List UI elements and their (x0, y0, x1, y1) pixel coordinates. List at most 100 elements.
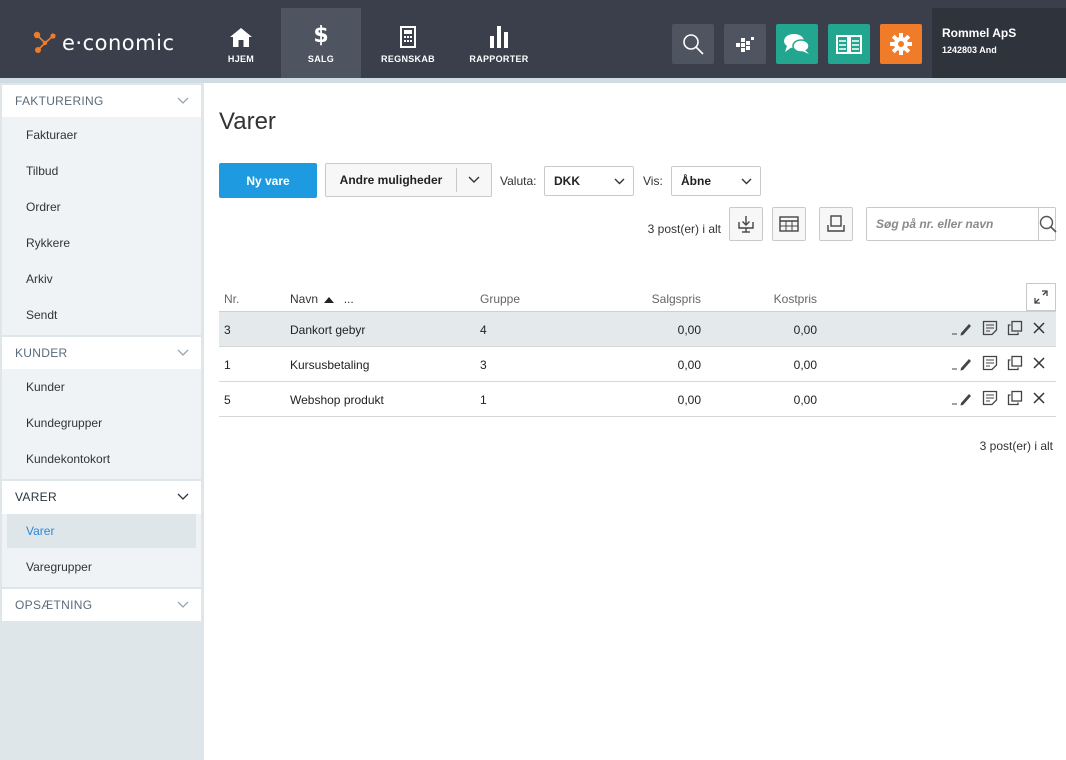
edit-icon[interactable] (951, 355, 973, 371)
company-switcher[interactable]: Rommel ApS 1242803 And (932, 8, 1066, 78)
table-row[interactable]: 1 Kursusbetaling 3 0,00 0,00 (219, 347, 1056, 382)
cell-gruppe: 4 (480, 323, 487, 337)
sidebar-header-label: OPSÆTNING (15, 598, 93, 612)
search-submit-button[interactable] (1038, 208, 1057, 240)
column-header-nr[interactable]: Nr. (224, 292, 239, 306)
apps-tool-button[interactable] (724, 24, 766, 64)
logo-text: e·conomic (62, 31, 175, 55)
sidebar-section-fakturering: FAKTURERING Fakturaer Tilbud Ordrer Rykk… (2, 85, 201, 335)
sidebar-item-fakturaer[interactable]: Fakturaer (2, 117, 201, 153)
sidebar-item-rykkere[interactable]: Rykkere (2, 225, 201, 261)
chat-tool-button[interactable] (776, 24, 818, 64)
chevron-down-icon[interactable] (457, 176, 491, 184)
new-item-button[interactable]: Ny vare (219, 163, 317, 198)
download-icon (738, 216, 754, 233)
column-header-kostpris[interactable]: Kostpris (737, 292, 817, 306)
sidebar-item-arkiv[interactable]: Arkiv (2, 261, 201, 297)
sidebar-header-fakturering[interactable]: FAKTURERING (2, 85, 201, 117)
show-value: Åbne (681, 174, 711, 188)
delete-icon[interactable] (1032, 321, 1046, 335)
delete-icon[interactable] (1032, 391, 1046, 405)
sidebar-section-varer: VARER Varer Varegrupper (2, 481, 201, 587)
nav-label: REGNSKAB (381, 54, 435, 64)
record-count-bottom: 3 post(er) i alt (979, 439, 1053, 453)
cell-nr: 1 (224, 358, 231, 372)
sidebar-item-kunder[interactable]: Kunder (2, 369, 201, 405)
cell-navn: Webshop produkt (290, 393, 384, 407)
delete-icon[interactable] (1032, 356, 1046, 370)
expand-table-button[interactable] (1026, 283, 1056, 311)
more-options-button[interactable]: Andre muligheder (325, 163, 492, 197)
settings-button[interactable] (880, 24, 922, 64)
page-title: Varer (219, 108, 276, 135)
cell-salgspris: 0,00 (677, 358, 701, 372)
sidebar-header-kunder[interactable]: KUNDER (2, 337, 201, 369)
edit-icon[interactable] (951, 390, 973, 406)
search-input[interactable] (867, 208, 1038, 240)
chevron-down-icon (177, 601, 189, 608)
copy-icon[interactable] (1007, 355, 1023, 371)
sidebar-header-label: KUNDER (15, 346, 68, 360)
note-icon[interactable] (982, 320, 998, 336)
copy-icon[interactable] (1007, 390, 1023, 406)
column-header-navn-more: ... (343, 292, 354, 306)
sidebar-item-ordrer[interactable]: Ordrer (2, 189, 201, 225)
cell-nr: 5 (224, 393, 231, 407)
search-tool-button[interactable] (672, 24, 714, 64)
nav-label: HJEM (227, 54, 255, 64)
sidebar-header-opsaetning[interactable]: OPSÆTNING (2, 589, 201, 621)
cell-navn: Kursusbetaling (290, 358, 370, 372)
table-row[interactable]: 5 Webshop produkt 1 0,00 0,00 (219, 382, 1056, 417)
nav-regnskab[interactable]: REGNSKAB (365, 8, 451, 78)
sidebar-section-opsaetning: OPSÆTNING (2, 589, 201, 621)
cell-navn: Dankort gebyr (290, 323, 366, 337)
chevron-down-icon (614, 178, 625, 184)
logo-icon (33, 31, 56, 53)
column-header-navn[interactable]: Navn ... (290, 292, 354, 306)
company-name: Rommel ApS (942, 26, 1017, 40)
note-icon[interactable] (982, 355, 998, 371)
items-table: Nr. Navn ... Gruppe Salgspris Kostpris 3… (219, 280, 1056, 417)
search-icon (1039, 215, 1057, 233)
sidebar-section-kunder: KUNDER Kunder Kundegrupper Kundekontokor… (2, 337, 201, 479)
more-options-label: Andre muligheder (339, 173, 443, 187)
table-row[interactable]: 3 Dankort gebyr 4 0,00 0,00 (219, 312, 1056, 347)
copy-icon[interactable] (1007, 320, 1023, 336)
chevron-down-icon (177, 349, 189, 356)
note-icon[interactable] (982, 390, 998, 406)
calculator-icon (400, 22, 416, 48)
search-box (866, 207, 1057, 241)
sidebar: FAKTURERING Fakturaer Tilbud Ordrer Rykk… (0, 83, 204, 760)
column-header-navn-label: Navn (290, 292, 319, 306)
currency-select[interactable]: DKK (544, 166, 634, 196)
nav-salg[interactable]: $ SALG (281, 8, 361, 78)
print-button[interactable] (819, 207, 853, 241)
sidebar-item-sendt[interactable]: Sendt (2, 297, 201, 333)
sidebar-item-varer[interactable]: Varer (7, 514, 196, 548)
row-actions (942, 390, 1046, 406)
chevron-down-icon (741, 178, 752, 184)
chat-icon (784, 34, 810, 54)
show-select[interactable]: Åbne (671, 166, 761, 196)
columns-button[interactable] (772, 207, 806, 241)
chevron-down-icon (177, 97, 189, 104)
record-count-top: 3 post(er) i alt (647, 222, 721, 236)
help-book-button[interactable] (828, 24, 870, 64)
sidebar-header-varer[interactable]: VARER (2, 481, 201, 513)
sidebar-item-varegrupper[interactable]: Varegrupper (2, 549, 201, 585)
sidebar-item-tilbud[interactable]: Tilbud (2, 153, 201, 189)
column-header-gruppe[interactable]: Gruppe (480, 292, 520, 306)
cell-salgspris: 0,00 (677, 323, 701, 337)
bar-chart-icon (488, 22, 510, 48)
nav-hjem[interactable]: HJEM (205, 8, 277, 78)
home-icon (229, 22, 253, 48)
column-header-salgspris[interactable]: Salgspris (621, 292, 701, 306)
nav-rapporter[interactable]: RAPPORTER (455, 8, 543, 78)
print-icon (827, 215, 845, 232)
sidebar-item-kundekontokort[interactable]: Kundekontokort (2, 441, 201, 477)
logo[interactable]: e·conomic (32, 26, 174, 60)
cell-gruppe: 3 (480, 358, 487, 372)
edit-icon[interactable] (951, 320, 973, 336)
sidebar-item-kundegrupper[interactable]: Kundegrupper (2, 405, 201, 441)
export-button[interactable] (729, 207, 763, 241)
